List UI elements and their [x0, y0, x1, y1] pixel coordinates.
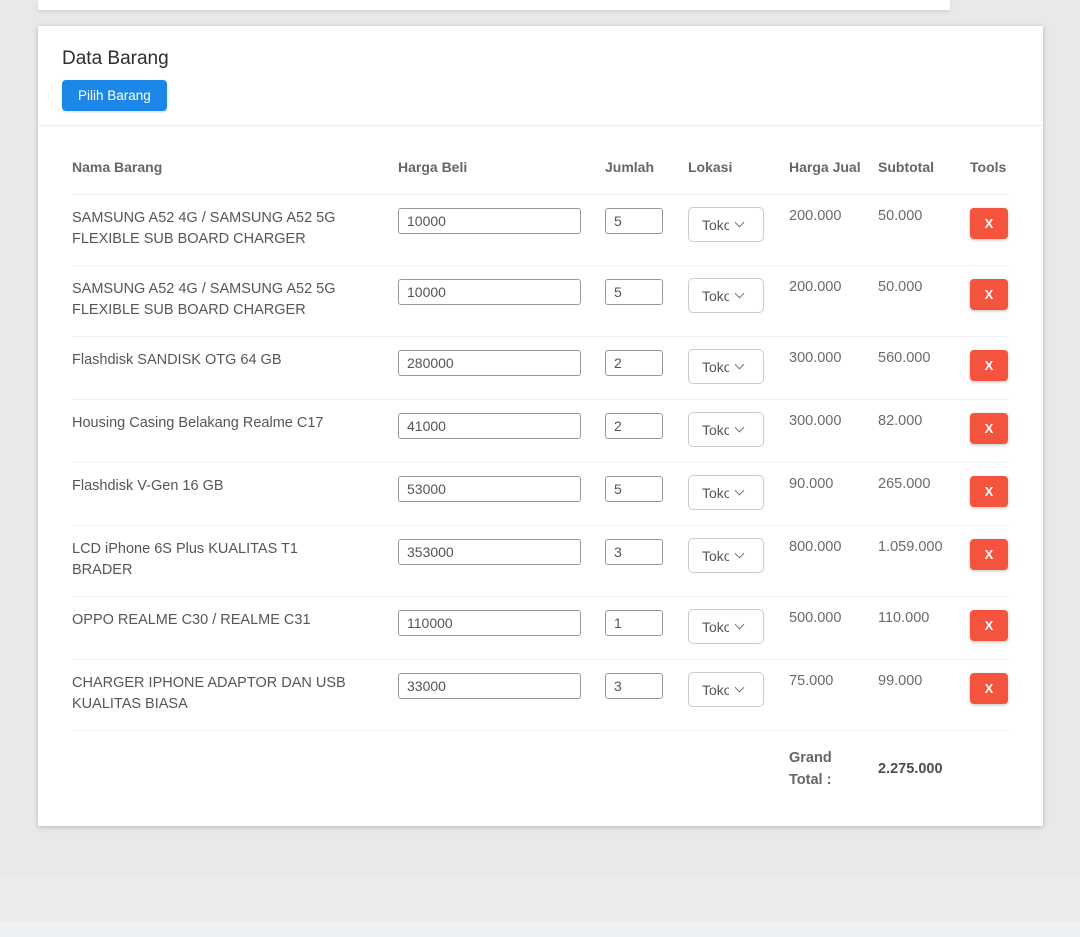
jumlah-input[interactable] [605, 413, 663, 439]
harga-beli-input[interactable] [398, 539, 581, 565]
item-name: LCD iPhone 6S Plus KUALITAS T1 BRADER [72, 539, 398, 581]
harga-jual-value: 200.000 [789, 279, 841, 295]
lokasi-select[interactable]: Toko [688, 278, 764, 313]
jumlah-input[interactable] [605, 476, 663, 502]
header-jumlah: Jumlah [605, 126, 688, 195]
table-row: Housing Casing Belakang Realme C17 Toko … [72, 400, 1009, 463]
lokasi-selected-value: Toko [702, 422, 729, 438]
table-row: CHARGER IPHONE ADAPTOR DAN USB KUALITAS … [72, 660, 1009, 731]
chevron-down-icon [735, 620, 745, 630]
subtotal-value: 99.000 [878, 673, 922, 689]
chevron-down-icon [735, 683, 745, 693]
delete-row-button[interactable]: X [970, 413, 1008, 444]
header-nama-barang: Nama Barang [72, 126, 398, 195]
lokasi-selected-value: Toko [702, 682, 729, 698]
subtotal-value: 1.059.000 [878, 539, 943, 555]
item-name: SAMSUNG A52 4G / SAMSUNG A52 5G FLEXIBLE… [72, 279, 398, 321]
harga-jual-value: 300.000 [789, 413, 841, 429]
subtotal-value: 265.000 [878, 476, 930, 492]
table-header-row: Nama Barang Harga Beli Jumlah Lokasi Har… [72, 126, 1009, 195]
grand-total-row: Grand Total : 2.275.000 [72, 731, 1009, 792]
chevron-down-icon [735, 423, 745, 433]
table-row: Flashdisk SANDISK OTG 64 GB Toko 300.000… [72, 337, 1009, 400]
header-subtotal: Subtotal [878, 126, 970, 195]
items-table-wrap: Nama Barang Harga Beli Jumlah Lokasi Har… [38, 126, 1043, 791]
grand-total-value: 2.275.000 [878, 761, 970, 777]
card-header: Data Barang Pilih Barang [38, 26, 1043, 126]
jumlah-input[interactable] [605, 208, 663, 234]
data-barang-card: Data Barang Pilih Barang Nama Barang Har… [38, 26, 1043, 826]
table-row: Flashdisk V-Gen 16 GB Toko 90.000 265.00… [72, 463, 1009, 526]
delete-row-button[interactable]: X [970, 539, 1008, 570]
delete-row-button[interactable]: X [970, 208, 1008, 239]
header-tools: Tools [970, 126, 1009, 195]
lokasi-select[interactable]: Toko [688, 538, 764, 573]
harga-beli-input[interactable] [398, 208, 581, 234]
chevron-down-icon [735, 360, 745, 370]
lokasi-select[interactable]: Toko [688, 609, 764, 644]
footer-band [0, 922, 1080, 937]
subtotal-value: 50.000 [878, 208, 922, 224]
header-harga-beli: Harga Beli [398, 126, 605, 195]
table-row: SAMSUNG A52 4G / SAMSUNG A52 5G FLEXIBLE… [72, 266, 1009, 337]
chevron-down-icon [735, 289, 745, 299]
jumlah-input[interactable] [605, 673, 663, 699]
delete-row-button[interactable]: X [970, 610, 1008, 641]
chevron-down-icon [735, 486, 745, 496]
item-name: Flashdisk V-Gen 16 GB [72, 476, 398, 497]
harga-beli-input[interactable] [398, 673, 581, 699]
item-name: Housing Casing Belakang Realme C17 [72, 413, 398, 434]
harga-beli-input[interactable] [398, 350, 581, 376]
harga-jual-value: 800.000 [789, 539, 841, 555]
jumlah-input[interactable] [605, 279, 663, 305]
lokasi-selected-value: Toko [702, 217, 729, 233]
item-name: CHARGER IPHONE ADAPTOR DAN USB KUALITAS … [72, 673, 398, 715]
lokasi-selected-value: Toko [702, 485, 729, 501]
table-row: OPPO REALME C30 / REALME C31 Toko 500.00… [72, 597, 1009, 660]
table-row: SAMSUNG A52 4G / SAMSUNG A52 5G FLEXIBLE… [72, 195, 1009, 266]
delete-row-button[interactable]: X [970, 476, 1008, 507]
grand-total-label: Grand Total : [789, 747, 878, 791]
jumlah-input[interactable] [605, 610, 663, 636]
header-lokasi: Lokasi [688, 126, 789, 195]
item-name: SAMSUNG A52 4G / SAMSUNG A52 5G FLEXIBLE… [72, 208, 398, 250]
jumlah-input[interactable] [605, 539, 663, 565]
harga-jual-value: 75.000 [789, 673, 833, 689]
harga-jual-value: 500.000 [789, 610, 841, 626]
page-title: Data Barang [62, 48, 1019, 70]
harga-jual-value: 90.000 [789, 476, 833, 492]
lokasi-selected-value: Toko [702, 619, 729, 635]
item-name: OPPO REALME C30 / REALME C31 [72, 610, 398, 631]
chevron-down-icon [735, 218, 745, 228]
lokasi-select[interactable]: Toko [688, 412, 764, 447]
table-row: LCD iPhone 6S Plus KUALITAS T1 BRADER To… [72, 526, 1009, 597]
harga-beli-input[interactable] [398, 413, 581, 439]
delete-row-button[interactable]: X [970, 350, 1008, 381]
lokasi-select[interactable]: Toko [688, 672, 764, 707]
harga-jual-value: 200.000 [789, 208, 841, 224]
lokasi-select[interactable]: Toko [688, 207, 764, 242]
lokasi-selected-value: Toko [702, 359, 729, 375]
header-harga-jual: Harga Jual [789, 126, 878, 195]
items-table: Nama Barang Harga Beli Jumlah Lokasi Har… [72, 126, 1009, 791]
chevron-down-icon [735, 549, 745, 559]
pilih-barang-button[interactable]: Pilih Barang [62, 80, 167, 111]
item-name: Flashdisk SANDISK OTG 64 GB [72, 350, 398, 371]
subtotal-value: 50.000 [878, 279, 922, 295]
subtotal-value: 560.000 [878, 350, 930, 366]
lokasi-selected-value: Toko [702, 548, 729, 564]
harga-beli-input[interactable] [398, 476, 581, 502]
harga-beli-input[interactable] [398, 279, 581, 305]
subtotal-value: 110.000 [878, 610, 929, 626]
lokasi-selected-value: Toko [702, 288, 729, 304]
jumlah-input[interactable] [605, 350, 663, 376]
delete-row-button[interactable]: X [970, 279, 1008, 310]
previous-card-edge [38, 0, 950, 10]
harga-jual-value: 300.000 [789, 350, 841, 366]
harga-beli-input[interactable] [398, 610, 581, 636]
delete-row-button[interactable]: X [970, 673, 1008, 704]
lokasi-select[interactable]: Toko [688, 475, 764, 510]
lokasi-select[interactable]: Toko [688, 349, 764, 384]
subtotal-value: 82.000 [878, 413, 922, 429]
